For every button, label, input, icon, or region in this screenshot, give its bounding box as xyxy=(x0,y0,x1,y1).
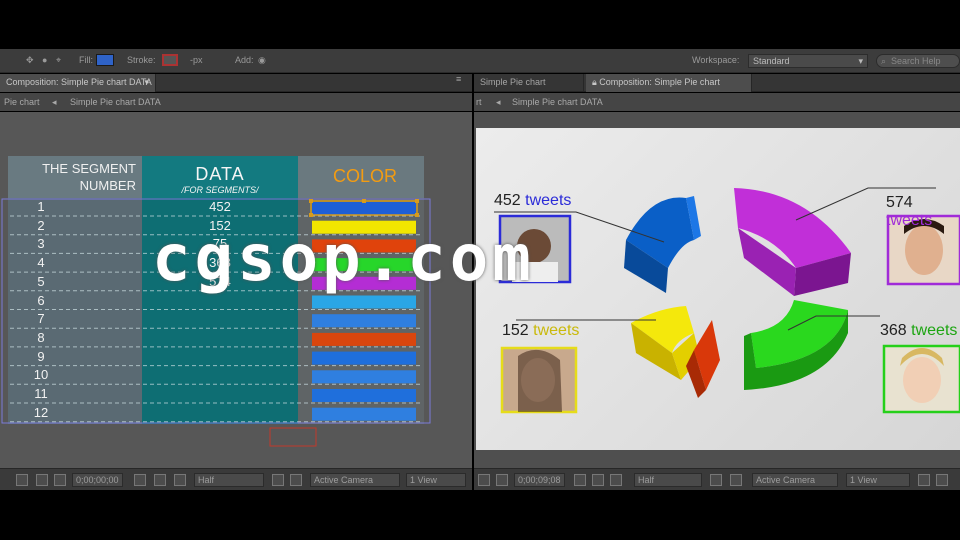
breadcrumb-item[interactable]: rt xyxy=(476,93,482,111)
fill-color-swatch[interactable] xyxy=(96,54,114,66)
color-swatch xyxy=(312,407,416,421)
tab-simple-pie-chart[interactable]: Simple Pie chart xyxy=(474,74,584,92)
color-swatch xyxy=(312,314,416,328)
resolution-select[interactable]: Half xyxy=(634,473,702,487)
stroke-label: Stroke: xyxy=(127,55,156,65)
current-time-field[interactable]: 0;00;00;00 xyxy=(72,473,123,487)
chevron-down-icon: ▾ xyxy=(858,56,863,66)
label-452-tweets: 452 tweets xyxy=(494,192,572,209)
pie-segment-green xyxy=(751,300,848,368)
viewer-controls-right: 0;00;09;08 Half Active Camera 1 View xyxy=(474,468,960,490)
transparency-grid-icon[interactable] xyxy=(730,474,742,486)
tab-composition-left[interactable]: Composition: Simple Pie chart DATA ▾ xyxy=(0,74,156,92)
color-header: COLOR xyxy=(332,166,397,186)
view-layout-select[interactable]: 1 View xyxy=(846,473,910,487)
add-label: Add: xyxy=(235,55,254,65)
table-row-number: 7 xyxy=(37,311,45,327)
table-row-number: 2 xyxy=(37,217,45,233)
show-channel-icon[interactable] xyxy=(592,474,604,486)
table-row-number: 11 xyxy=(34,386,48,401)
fill-label: Fill: xyxy=(79,55,93,65)
segment-number-header: THE SEGMENT NUMBER xyxy=(42,161,136,193)
color-swatch xyxy=(312,351,416,365)
breadcrumb-item[interactable]: Pie chart xyxy=(4,93,40,111)
magnification-icon[interactable] xyxy=(478,474,490,486)
breadcrumb-item[interactable]: Simple Pie chart DATA xyxy=(70,93,161,111)
region-of-interest-icon[interactable] xyxy=(272,474,284,486)
left-tab-bar: Composition: Simple Pie chart DATA ▾ ≡ xyxy=(0,74,472,92)
breadcrumb-item[interactable]: Simple Pie chart DATA xyxy=(512,93,603,111)
stroke-width-value[interactable]: -px xyxy=(190,55,203,65)
view-layout-select[interactable]: 1 View xyxy=(406,473,466,487)
color-channel-icon[interactable] xyxy=(174,474,186,486)
table-row-number: 10 xyxy=(33,367,49,383)
pie-chart-render: 452 tweets 152 tweets 574 tweets 368 twe… xyxy=(476,128,960,450)
color-swatch xyxy=(312,295,416,309)
label-152-tweets: 152 tweets xyxy=(502,322,580,339)
breadcrumb-left: Pie chart ◂ Simple Pie chart DATA xyxy=(0,93,472,111)
table-row-number: 4 xyxy=(37,255,45,271)
color-channel-icon[interactable] xyxy=(610,474,622,486)
tab-composition-right[interactable]: 🔒︎ Composition: Simple Pie chart xyxy=(586,74,752,92)
viewer-controls-left: 0;00;00;00 Half Active Camera 1 View xyxy=(0,468,472,490)
pin-tool-icon[interactable]: ⌖ xyxy=(56,55,61,66)
panel-menu-icon[interactable]: ≡ xyxy=(456,74,461,84)
color-swatch xyxy=(312,389,416,402)
fast-previews-icon[interactable] xyxy=(936,474,948,486)
grid-icon[interactable] xyxy=(54,474,66,486)
data-header: DATA /FOR SEGMENTS/ xyxy=(181,164,259,195)
toggle-pixel-aspect-icon[interactable] xyxy=(918,474,930,486)
pie-chart-graphic xyxy=(494,187,960,414)
breadcrumb-arrow-icon: ◂ xyxy=(52,97,57,107)
tools-toolbar: ✥ ● ⌖ Fill: Stroke: -px Add: ◉ Workspace… xyxy=(0,49,960,73)
camera-select[interactable]: Active Camera xyxy=(752,473,838,487)
search-help-input[interactable]: ⌕ Search Help xyxy=(876,54,960,68)
camera-icon[interactable] xyxy=(574,474,586,486)
table-row-number: 6 xyxy=(37,292,45,308)
hand-tool-icon[interactable]: ✥ xyxy=(26,55,34,66)
screen: ✥ ● ⌖ Fill: Stroke: -px Add: ◉ Workspace… xyxy=(0,0,960,540)
camera-icon[interactable] xyxy=(134,474,146,486)
label-574-tweets: 574 tweets xyxy=(886,194,933,229)
breadcrumb-arrow-icon: ◂ xyxy=(496,97,501,107)
table-row-number: 5 xyxy=(37,273,45,289)
color-swatch xyxy=(312,370,416,384)
transparency-grid-icon[interactable] xyxy=(290,474,302,486)
label-368-tweets: 368 tweets xyxy=(880,322,958,339)
table-row-number: 3 xyxy=(37,236,45,252)
panel-menu-icon[interactable]: ▾ xyxy=(144,74,149,91)
current-time-field[interactable]: 0;00;09;08 xyxy=(514,473,565,487)
magnification-icon[interactable] xyxy=(16,474,28,486)
workspace-select[interactable]: Standard ▾ xyxy=(748,54,868,68)
grid-icon[interactable] xyxy=(496,474,508,486)
resolution-select[interactable]: Half xyxy=(194,473,264,487)
region-of-interest-icon[interactable] xyxy=(710,474,722,486)
table-row-number: 9 xyxy=(37,348,45,364)
table-row-number: 8 xyxy=(37,329,45,345)
add-dropdown-icon[interactable]: ◉ xyxy=(258,55,266,66)
search-icon: ⌕ xyxy=(881,56,887,66)
color-swatch xyxy=(312,332,416,346)
watermark-text: cgsop.com xyxy=(152,222,535,296)
breadcrumb-right: rt ◂ Simple Pie chart DATA xyxy=(474,93,960,111)
zoom-tool-icon[interactable]: ● xyxy=(42,55,47,65)
right-tab-bar: Simple Pie chart 🔒︎ Composition: Simple … xyxy=(474,74,960,92)
show-channel-icon[interactable] xyxy=(154,474,166,486)
workspace-label: Workspace: xyxy=(692,55,740,65)
safe-zones-icon[interactable] xyxy=(36,474,48,486)
table-row-number: 12 xyxy=(33,404,49,420)
table-row-number: 1 xyxy=(37,199,45,214)
stroke-color-swatch[interactable] xyxy=(162,54,178,66)
table-row-value: 452 xyxy=(209,199,231,214)
color-swatch xyxy=(312,202,416,215)
camera-select[interactable]: Active Camera xyxy=(310,473,400,487)
